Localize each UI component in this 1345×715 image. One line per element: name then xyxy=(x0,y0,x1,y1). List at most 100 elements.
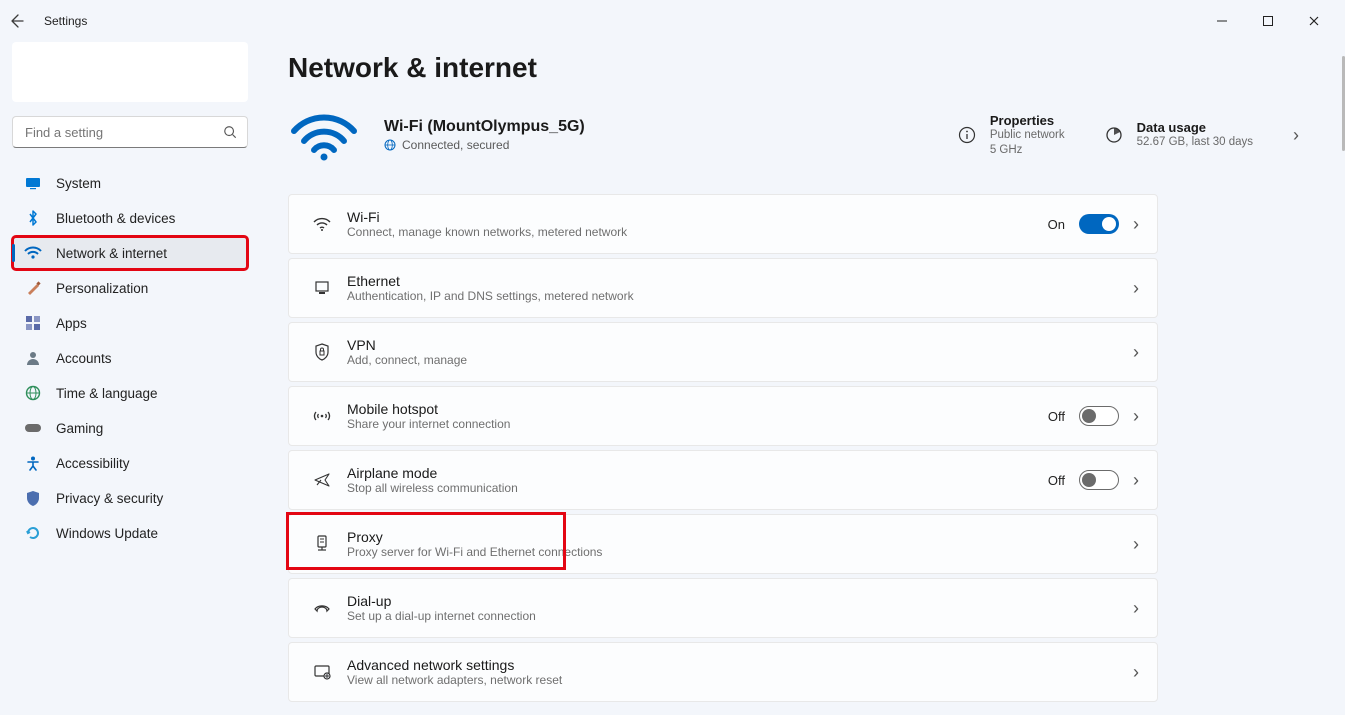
caption-buttons xyxy=(1199,6,1337,36)
chevron-right-icon: › xyxy=(1133,534,1139,555)
card-airplane[interactable]: Airplane mode Stop all wireless communic… xyxy=(288,450,1158,510)
wifi-toggle[interactable] xyxy=(1079,214,1119,234)
properties-tile[interactable]: Properties Public network 5 GHz xyxy=(958,113,1065,157)
minimize-button[interactable] xyxy=(1199,6,1245,36)
chevron-right-icon: › xyxy=(1133,662,1139,683)
airplane-toggle[interactable] xyxy=(1079,470,1119,490)
title-bar: Settings xyxy=(0,0,1345,42)
dialup-icon xyxy=(307,601,337,615)
card-title: Ethernet xyxy=(347,273,634,289)
back-arrow-icon xyxy=(8,13,24,29)
maximize-button[interactable] xyxy=(1245,6,1291,36)
personalization-icon xyxy=(22,280,44,296)
card-title: Proxy xyxy=(347,529,602,545)
airplane-icon xyxy=(307,471,337,489)
card-sub: Authentication, IP and DNS settings, met… xyxy=(347,289,634,303)
sidebar-item-label: Personalization xyxy=(56,281,148,296)
time-language-icon xyxy=(22,385,44,401)
sidebar-item-network[interactable]: Network & internet xyxy=(12,236,248,270)
card-advanced[interactable]: Advanced network settings View all netwo… xyxy=(288,642,1158,702)
chevron-right-icon: › xyxy=(1133,278,1139,299)
card-sub: Add, connect, manage xyxy=(347,353,467,367)
sidebar-item-bluetooth[interactable]: Bluetooth & devices xyxy=(12,201,248,235)
sidebar: System Bluetooth & devices Network & int… xyxy=(0,42,260,715)
card-proxy[interactable]: Proxy Proxy server for Wi-Fi and Etherne… xyxy=(288,514,1158,574)
card-hotspot[interactable]: Mobile hotspot Share your internet conne… xyxy=(288,386,1158,446)
network-icon xyxy=(22,246,44,260)
accounts-icon xyxy=(22,350,44,366)
vpn-icon xyxy=(307,343,337,361)
close-button[interactable] xyxy=(1291,6,1337,36)
card-sub: Connect, manage known networks, metered … xyxy=(347,225,627,239)
gaming-icon xyxy=(22,421,44,435)
wifi-hero-icon xyxy=(288,110,360,160)
search-box[interactable] xyxy=(12,116,248,148)
card-title: VPN xyxy=(347,337,467,353)
privacy-icon xyxy=(22,490,44,506)
sidebar-item-gaming[interactable]: Gaming xyxy=(12,411,248,445)
sidebar-item-accounts[interactable]: Accounts xyxy=(12,341,248,375)
info-icon xyxy=(958,126,978,144)
sidebar-item-label: Time & language xyxy=(56,386,158,401)
sidebar-item-label: Accounts xyxy=(56,351,112,366)
card-sub: Stop all wireless communication xyxy=(347,481,518,495)
card-vpn[interactable]: VPN Add, connect, manage › xyxy=(288,322,1158,382)
card-dialup[interactable]: Dial-up Set up a dial-up internet connec… xyxy=(288,578,1158,638)
sidebar-item-label: System xyxy=(56,176,101,191)
properties-sub: Public network 5 GHz xyxy=(990,128,1065,157)
sidebar-item-system[interactable]: System xyxy=(12,166,248,200)
sidebar-item-label: Privacy & security xyxy=(56,491,163,506)
connection-name: Wi-Fi (MountOlympus_5G) xyxy=(384,118,585,136)
chevron-right-icon: › xyxy=(1133,214,1139,235)
card-sub: Proxy server for Wi-Fi and Ethernet conn… xyxy=(347,545,602,559)
sidebar-item-privacy[interactable]: Privacy & security xyxy=(12,481,248,515)
chevron-right-icon: › xyxy=(1293,125,1299,146)
wifi-icon xyxy=(307,216,337,232)
sidebar-item-time-language[interactable]: Time & language xyxy=(12,376,248,410)
wifi-state: On xyxy=(1048,217,1065,232)
connection-status: Connected, secured xyxy=(402,138,509,152)
main-content: Network & internet Wi-Fi (MountOlympus_5… xyxy=(260,42,1345,715)
connection-hero: Wi-Fi (MountOlympus_5G) Connected, secur… xyxy=(288,110,1305,160)
search-icon xyxy=(223,125,237,139)
card-sub: View all network adapters, network reset xyxy=(347,673,562,687)
settings-cards: Wi-Fi Connect, manage known networks, me… xyxy=(288,194,1158,702)
card-title: Dial-up xyxy=(347,593,536,609)
bluetooth-icon xyxy=(22,210,44,226)
data-usage-sub: 52.67 GB, last 30 days xyxy=(1137,135,1253,149)
sidebar-item-label: Windows Update xyxy=(56,526,158,541)
airplane-state: Off xyxy=(1048,473,1065,488)
card-title: Airplane mode xyxy=(347,465,518,481)
sidebar-item-accessibility[interactable]: Accessibility xyxy=(12,446,248,480)
sidebar-item-label: Accessibility xyxy=(56,456,130,471)
data-usage-title: Data usage xyxy=(1137,120,1253,135)
proxy-icon xyxy=(307,535,337,553)
data-usage-icon xyxy=(1105,126,1125,144)
account-card[interactable] xyxy=(12,42,248,102)
data-usage-tile[interactable]: Data usage 52.67 GB, last 30 days xyxy=(1105,120,1253,149)
card-wifi[interactable]: Wi-Fi Connect, manage known networks, me… xyxy=(288,194,1158,254)
page-title: Network & internet xyxy=(288,52,1305,84)
sidebar-item-apps[interactable]: Apps xyxy=(12,306,248,340)
hotspot-toggle[interactable] xyxy=(1079,406,1119,426)
card-sub: Set up a dial-up internet connection xyxy=(347,609,536,623)
chevron-right-icon: › xyxy=(1133,470,1139,491)
card-title: Mobile hotspot xyxy=(347,401,510,417)
card-ethernet[interactable]: Ethernet Authentication, IP and DNS sett… xyxy=(288,258,1158,318)
sidebar-item-label: Bluetooth & devices xyxy=(56,211,175,226)
card-title: Wi-Fi xyxy=(347,209,627,225)
ethernet-icon xyxy=(307,280,337,296)
card-title: Advanced network settings xyxy=(347,657,562,673)
system-icon xyxy=(22,175,44,191)
chevron-right-icon: › xyxy=(1133,406,1139,427)
connection-status-row: Connected, secured xyxy=(384,138,585,152)
hotspot-state: Off xyxy=(1048,409,1065,424)
chevron-right-icon: › xyxy=(1133,598,1139,619)
sidebar-item-label: Gaming xyxy=(56,421,103,436)
back-button[interactable] xyxy=(8,13,38,29)
search-input[interactable] xyxy=(23,124,223,141)
advanced-settings-icon xyxy=(307,664,337,680)
sidebar-item-personalization[interactable]: Personalization xyxy=(12,271,248,305)
sidebar-item-windows-update[interactable]: Windows Update xyxy=(12,516,248,550)
accessibility-icon xyxy=(22,455,44,471)
